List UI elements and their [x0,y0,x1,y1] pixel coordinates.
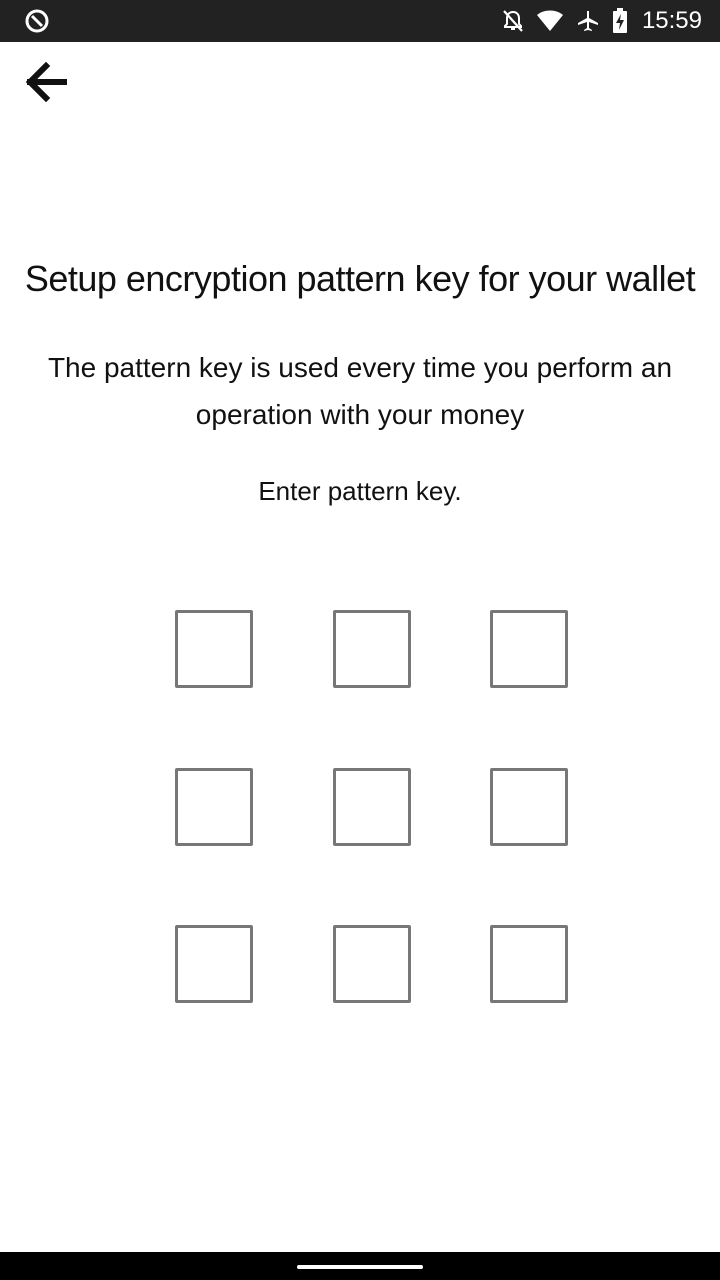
pattern-cell-2[interactable] [333,610,411,688]
page-title: Setup encryption pattern key for your wa… [24,258,696,299]
pattern-cell-6[interactable] [490,768,568,846]
battery-charging-icon [612,8,628,34]
pattern-cell-3[interactable] [490,610,568,688]
pattern-cell-9[interactable] [490,925,568,1003]
navigation-bar [0,1252,720,1280]
pattern-cell-4[interactable] [175,768,253,846]
airplane-icon [576,9,600,33]
notifications-off-icon [502,9,524,33]
arrow-left-icon [24,61,68,107]
status-bar: 15:59 [0,0,720,42]
pattern-cell-8[interactable] [333,925,411,1003]
status-time: 15:59 [641,7,702,34]
wifi-icon [536,10,564,32]
pattern-cell-5[interactable] [333,768,411,846]
pattern-cell-1[interactable] [175,610,253,688]
data-saver-icon [24,8,50,34]
status-icons: 15:59 [502,0,702,42]
page-description: The pattern key is used every time you p… [47,352,673,430]
pattern-cell-7[interactable] [175,925,253,1003]
pattern-grid[interactable] [175,610,573,1008]
back-button[interactable] [18,56,74,112]
pattern-prompt: Enter pattern key. [258,476,462,506]
home-gesture-handle[interactable] [297,1265,423,1269]
